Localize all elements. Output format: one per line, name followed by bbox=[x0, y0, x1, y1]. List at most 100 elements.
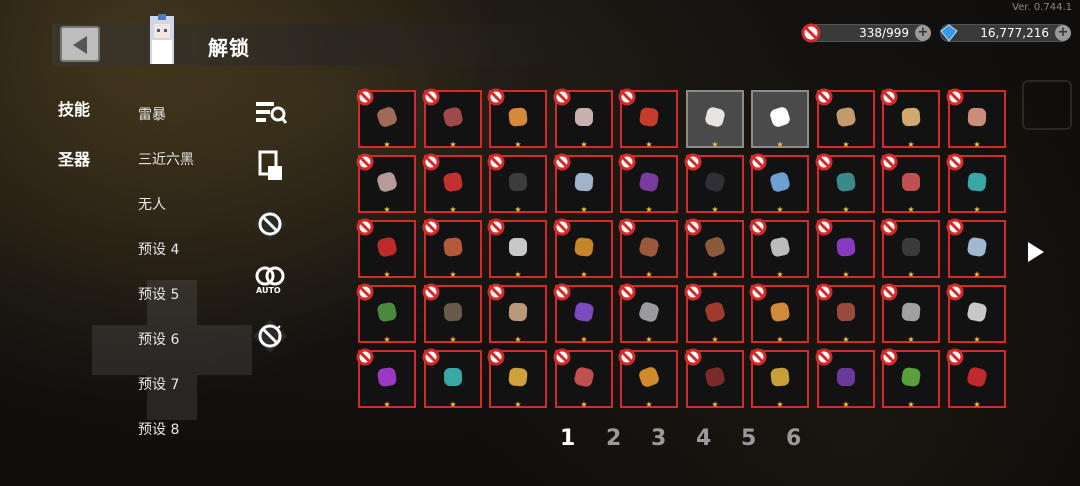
locked-ban-icon bbox=[815, 283, 833, 301]
page-button[interactable]: 2 bbox=[606, 426, 621, 451]
relic-slot[interactable]: ★ bbox=[684, 348, 744, 409]
relic-slot[interactable]: ★ bbox=[618, 348, 678, 409]
relic-slot[interactable]: ★ bbox=[422, 348, 482, 409]
ban-icon[interactable] bbox=[252, 206, 288, 242]
relic-slot[interactable]: ★ bbox=[553, 348, 613, 409]
preset-item[interactable]: 三近六黑 bbox=[138, 149, 194, 169]
preset-item[interactable]: 预设 8 bbox=[138, 419, 179, 439]
relic-slot[interactable]: ★ bbox=[356, 88, 416, 149]
rarity-star-icon: ★ bbox=[580, 400, 588, 409]
rarity-star-icon: ★ bbox=[711, 140, 719, 149]
preset-item[interactable]: 预设 4 bbox=[138, 239, 179, 259]
character-avatar bbox=[144, 14, 180, 66]
relic-slot[interactable]: ★ bbox=[880, 283, 940, 344]
page-button[interactable]: 3 bbox=[651, 426, 666, 451]
relic-slot[interactable]: ★ bbox=[749, 153, 809, 214]
rarity-star-icon: ★ bbox=[973, 335, 981, 344]
add-coins-button[interactable]: + bbox=[915, 25, 931, 41]
relic-slot[interactable]: ★ bbox=[487, 348, 547, 409]
relic-slot[interactable]: ★ bbox=[815, 218, 875, 279]
relic-slot[interactable]: ★ bbox=[946, 218, 1006, 279]
diamond-icon bbox=[939, 23, 959, 43]
relic-slot[interactable]: ★ bbox=[749, 348, 809, 409]
relic-slot[interactable]: ★ bbox=[618, 283, 678, 344]
relic-slot[interactable]: ★ bbox=[553, 218, 613, 279]
feather-icon bbox=[569, 102, 599, 136]
relic-slot[interactable]: ★ bbox=[684, 283, 744, 344]
page-button[interactable]: 4 bbox=[696, 426, 711, 451]
relic-slot[interactable]: ★ bbox=[946, 153, 1006, 214]
next-page-arrow-icon[interactable] bbox=[1028, 242, 1044, 262]
relic-slot[interactable]: ★ bbox=[356, 218, 416, 279]
relic-slot[interactable]: ★ bbox=[684, 153, 744, 214]
relic-slot[interactable]: ★ bbox=[815, 283, 875, 344]
relic-slot[interactable]: ★ bbox=[487, 283, 547, 344]
relic-slot[interactable]: ★ bbox=[553, 153, 613, 214]
relic-slot[interactable]: ★ bbox=[946, 88, 1006, 149]
rarity-star-icon: ★ bbox=[842, 205, 850, 214]
preset-item[interactable]: 预设 7 bbox=[138, 374, 179, 394]
relic-slot[interactable]: ★ bbox=[815, 348, 875, 409]
relic-slot[interactable]: ★ bbox=[684, 218, 744, 279]
tab-skills[interactable]: 技能 bbox=[58, 96, 90, 120]
locked-ban-icon bbox=[749, 218, 767, 236]
relic-slot[interactable]: ★ bbox=[749, 283, 809, 344]
relic-slot[interactable]: ★ bbox=[946, 348, 1006, 409]
rarity-star-icon: ★ bbox=[514, 335, 522, 344]
relic-slot[interactable]: ★ bbox=[946, 283, 1006, 344]
rarity-star-icon: ★ bbox=[449, 335, 457, 344]
page-button[interactable]: 5 bbox=[741, 426, 756, 451]
preset-item[interactable]: 预设 5 bbox=[138, 284, 179, 304]
relic-slot[interactable]: ★ bbox=[487, 153, 547, 214]
relic-slot[interactable]: ★ bbox=[749, 218, 809, 279]
ghost-icon bbox=[765, 102, 795, 136]
relic-slot[interactable]: ★ bbox=[422, 218, 482, 279]
locked-ban-icon bbox=[684, 218, 702, 236]
relic-slot[interactable]: ★ bbox=[880, 88, 940, 149]
relic-slot[interactable]: ★ bbox=[553, 283, 613, 344]
auto-icon[interactable]: AUTO bbox=[252, 262, 288, 298]
relic-slot[interactable]: ★ bbox=[356, 348, 416, 409]
relic-slot[interactable]: ★ bbox=[422, 88, 482, 149]
relic-slot[interactable]: ★ bbox=[880, 153, 940, 214]
scroll-hand-icon[interactable] bbox=[252, 148, 288, 184]
relic-slot[interactable]: ★ bbox=[751, 90, 809, 149]
auto-label: AUTO bbox=[256, 286, 281, 295]
relic-slot[interactable]: ★ bbox=[815, 88, 875, 149]
purple-gem-icon bbox=[634, 167, 664, 201]
locked-ban-icon bbox=[880, 283, 898, 301]
locked-ban-icon bbox=[880, 153, 898, 171]
relic-slot[interactable]: ★ bbox=[356, 153, 416, 214]
back-button[interactable] bbox=[60, 26, 100, 62]
ice-cube-icon bbox=[962, 232, 992, 266]
relic-slot[interactable]: ★ bbox=[487, 88, 547, 149]
preset-item[interactable]: 无人 bbox=[138, 194, 166, 214]
preset-item[interactable]: 预设 6 bbox=[138, 329, 179, 349]
relic-slot[interactable]: ★ bbox=[618, 153, 678, 214]
relic-slot[interactable]: ★ bbox=[880, 218, 940, 279]
add-gems-button[interactable]: + bbox=[1055, 25, 1071, 41]
page-button[interactable]: 1 bbox=[560, 426, 575, 451]
equip-search-icon[interactable] bbox=[252, 94, 288, 130]
locked-ban-icon bbox=[749, 153, 767, 171]
rarity-star-icon: ★ bbox=[383, 335, 391, 344]
relic-slot[interactable]: ★ bbox=[618, 88, 678, 149]
tab-relics[interactable]: 圣器 bbox=[58, 146, 90, 170]
relic-slot[interactable]: ★ bbox=[487, 218, 547, 279]
relic-slot[interactable]: ★ bbox=[618, 218, 678, 279]
relic-slot[interactable]: ★ bbox=[422, 153, 482, 214]
locked-ban-icon bbox=[553, 153, 571, 171]
tomato-icon bbox=[438, 102, 468, 136]
relic-slot[interactable]: ★ bbox=[356, 283, 416, 344]
page-button[interactable]: 6 bbox=[786, 426, 801, 451]
recycle-ban-icon[interactable] bbox=[252, 318, 288, 354]
preset-item[interactable]: 雷暴 bbox=[138, 104, 166, 124]
relic-slot[interactable]: ★ bbox=[880, 348, 940, 409]
relic-slot[interactable]: ★ bbox=[686, 90, 744, 149]
relic-slot[interactable]: ★ bbox=[815, 153, 875, 214]
relic-slot[interactable]: ★ bbox=[422, 283, 482, 344]
rarity-star-icon: ★ bbox=[776, 205, 784, 214]
rarity-star-icon: ★ bbox=[514, 205, 522, 214]
relic-slot[interactable]: ★ bbox=[553, 88, 613, 149]
vase-icon bbox=[438, 232, 468, 266]
